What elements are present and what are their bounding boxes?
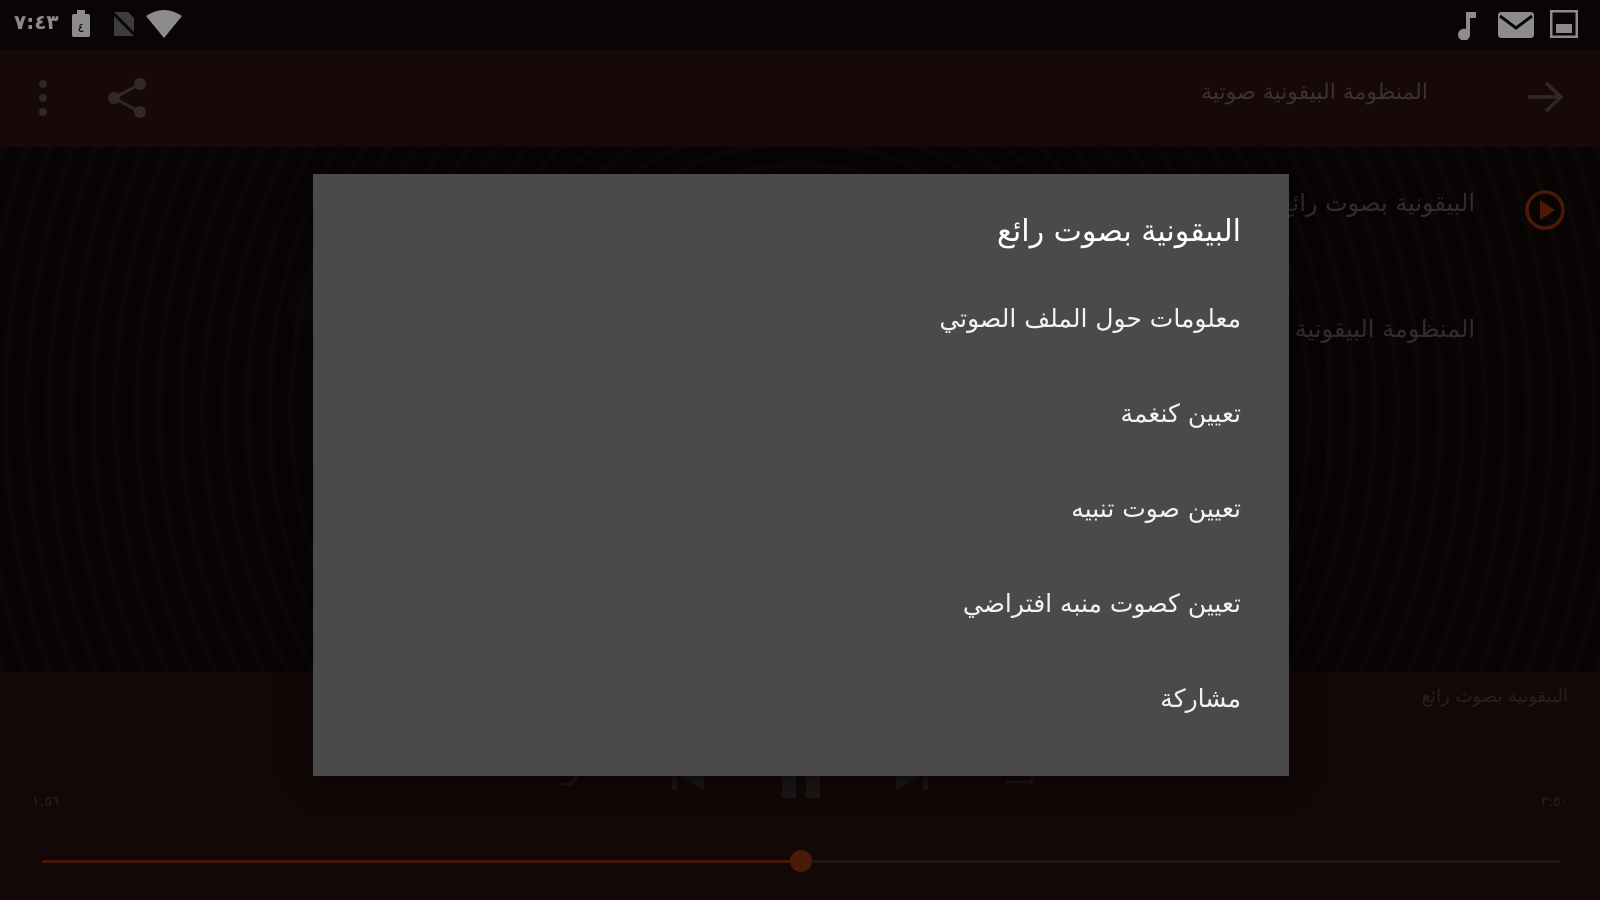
menu-item-set-notification[interactable]: تعيين صوت تنبيه — [1071, 494, 1241, 523]
track-options-dialog: البيقونية بصوت رائع معلومات حول الملف ال… — [313, 174, 1289, 776]
screen: ٧:٤٣ ٤ المنظومة البيقونية صوتية البيقوني… — [0, 0, 1600, 900]
menu-item-set-ringtone[interactable]: تعيين كنغمة — [1121, 399, 1241, 428]
menu-item-file-info[interactable]: معلومات حول الملف الصوتي — [939, 304, 1241, 333]
dialog-title: البيقونية بصوت رائع — [996, 214, 1241, 249]
menu-item-set-alarm[interactable]: تعيين كصوت منبه افتراضي — [963, 589, 1241, 618]
menu-item-share[interactable]: مشاركة — [1160, 684, 1241, 713]
